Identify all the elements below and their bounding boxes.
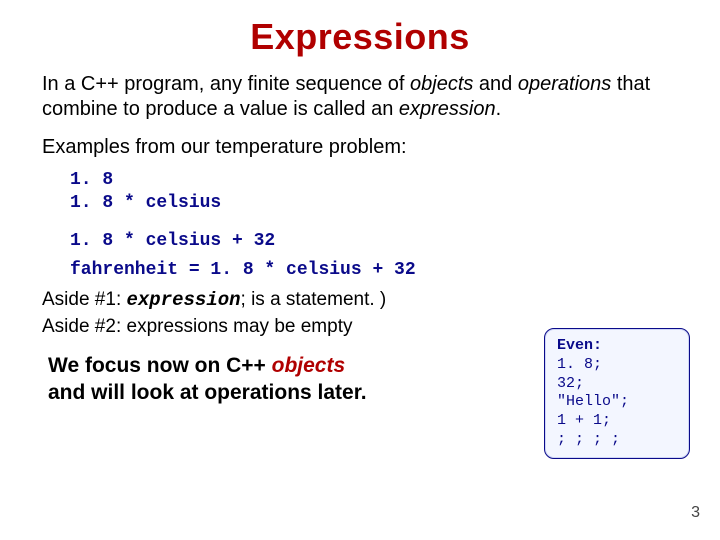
intro-paragraph: In a C++ program, any finite sequence of…: [42, 72, 678, 122]
callout-line: 1. 8;: [557, 356, 679, 375]
intro-text: In a C++ program, any finite sequence of: [42, 73, 410, 95]
callout-line: ; ; ; ;: [557, 431, 679, 450]
intro-text: .: [496, 98, 502, 120]
focus-objects-term: objects: [272, 354, 346, 377]
focus-text: We focus now on C++: [48, 354, 272, 377]
slide-title: Expressions: [42, 16, 678, 58]
code-example-block-2: 1. 8 * celsius + 32 fahrenheit = 1. 8 * …: [70, 230, 678, 281]
callout-line: 1 + 1;: [557, 412, 679, 431]
aside-expression-term: expression: [127, 289, 241, 311]
callout-box: Even: 1. 8; 32; "Hello"; 1 + 1; ; ; ; ;: [544, 328, 690, 459]
callout-line: "Hello";: [557, 393, 679, 412]
page-number: 3: [691, 504, 700, 522]
code-line: 1. 8: [70, 169, 678, 192]
term-objects: objects: [410, 73, 473, 95]
callout-header: Even:: [557, 337, 679, 356]
code-example-block-1: 1. 8 1. 8 * celsius: [70, 169, 678, 214]
code-line: fahrenheit = 1. 8 * celsius + 32: [70, 259, 678, 282]
term-operations: operations: [518, 73, 611, 95]
term-expression: expression: [399, 98, 496, 120]
code-line: 1. 8 * celsius + 32: [70, 230, 678, 253]
examples-label: Examples from our temperature problem:: [42, 136, 678, 159]
aside-text: Aside #1:: [42, 289, 127, 310]
intro-text: and: [473, 73, 517, 95]
code-line: 1. 8 * celsius: [70, 192, 678, 215]
callout-line: 32;: [557, 375, 679, 394]
aside-1: Aside #1: expression; is a statement. ): [42, 287, 678, 314]
aside-text: ; is a statement. ): [241, 289, 387, 310]
